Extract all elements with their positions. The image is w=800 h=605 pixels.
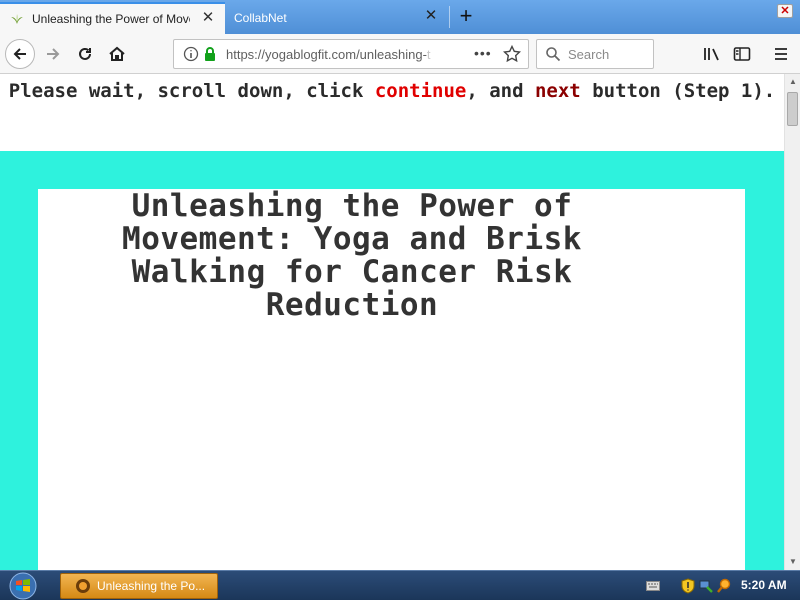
browser-taskbar-icon xyxy=(75,578,91,594)
tab-title: Unleashing the Power of Movem xyxy=(32,12,190,26)
sidebar-button[interactable] xyxy=(728,40,756,68)
search-box[interactable]: Search xyxy=(536,39,654,69)
tab-strip: Unleashing the Power of Movem ✕ CollabNe… xyxy=(0,0,800,34)
leaf-favicon-icon xyxy=(9,11,25,27)
scroll-up-arrow-icon[interactable]: ▲ xyxy=(785,74,800,90)
url-text: https://yogablogfit.com/unleashing-t xyxy=(226,47,444,62)
url-main: https://yogablogfit.com/unleashing- xyxy=(226,47,427,62)
page-actions-menu-icon[interactable]: ••• xyxy=(474,45,492,61)
address-bar[interactable]: https://yogablogfit.com/unleashing-t ••• xyxy=(173,39,529,69)
taskbar-button-browser[interactable]: Unleashing the Po... xyxy=(60,573,218,599)
forward-button[interactable] xyxy=(39,40,67,68)
search-tray-icon[interactable] xyxy=(716,577,732,595)
tab-close-icon[interactable]: ✕ xyxy=(201,10,215,25)
vertical-scrollbar[interactable]: ▲ ▼ xyxy=(784,74,800,570)
tab-title: CollabNet xyxy=(234,11,287,25)
home-icon xyxy=(109,46,125,61)
forward-arrow-icon xyxy=(47,48,60,60)
windows-logo-icon xyxy=(9,572,37,600)
lock-icon[interactable] xyxy=(203,46,217,67)
scroll-down-arrow-icon[interactable]: ▼ xyxy=(785,554,800,570)
notice-continue-word: continue xyxy=(374,80,467,102)
tab-close-icon[interactable]: ✕ xyxy=(424,8,438,23)
url-faded: t xyxy=(426,47,431,62)
keyboard-tray-icon[interactable] xyxy=(644,577,662,595)
network-tray-icon[interactable] xyxy=(698,577,714,595)
library-button[interactable] xyxy=(698,40,726,68)
bookmark-star-icon[interactable] xyxy=(502,44,522,68)
notice-text: Please wait, scroll down, click xyxy=(8,80,375,102)
notice-text: button (Step 1). xyxy=(580,80,776,102)
search-icon xyxy=(545,46,561,67)
notice-text: , and xyxy=(466,80,535,102)
info-icon[interactable] xyxy=(183,46,199,67)
article-headline: Unleashing the Power of Movement: Yoga a… xyxy=(122,188,582,323)
home-button[interactable] xyxy=(103,40,131,68)
tab-collabnet[interactable]: CollabNet ✕ xyxy=(226,2,448,34)
reload-icon xyxy=(79,47,91,60)
navigation-toolbar: https://yogablogfit.com/unleashing-t •••… xyxy=(0,34,800,74)
scrollbar-thumb[interactable] xyxy=(787,92,798,126)
notice-next-word: next xyxy=(534,80,581,102)
hamburger-menu-icon xyxy=(775,48,787,60)
tab-unleashing[interactable]: Unleashing the Power of Movem ✕ xyxy=(0,2,225,34)
tab-divider xyxy=(449,6,450,28)
taskbar-button-label: Unleashing the Po... xyxy=(97,579,206,593)
instruction-notice: Please wait, scroll down, click continue… xyxy=(0,76,784,106)
back-button[interactable] xyxy=(5,39,35,69)
library-icon xyxy=(704,48,719,61)
search-placeholder: Search xyxy=(568,47,610,62)
security-shield-icon[interactable] xyxy=(680,577,696,595)
sidebar-icon xyxy=(733,47,751,61)
reload-button[interactable] xyxy=(71,40,99,68)
new-tab-icon[interactable]: + xyxy=(455,4,477,28)
back-arrow-icon xyxy=(13,48,26,60)
page-viewport: Please wait, scroll down, click continue… xyxy=(0,74,784,570)
window-close-icon[interactable]: ✕ xyxy=(777,4,793,18)
start-button[interactable] xyxy=(8,572,42,600)
system-clock[interactable]: 5:20 AM xyxy=(741,578,787,592)
menu-button[interactable] xyxy=(767,40,795,68)
windows-taskbar: Unleashing the Po... 5:20 AM xyxy=(0,570,800,600)
